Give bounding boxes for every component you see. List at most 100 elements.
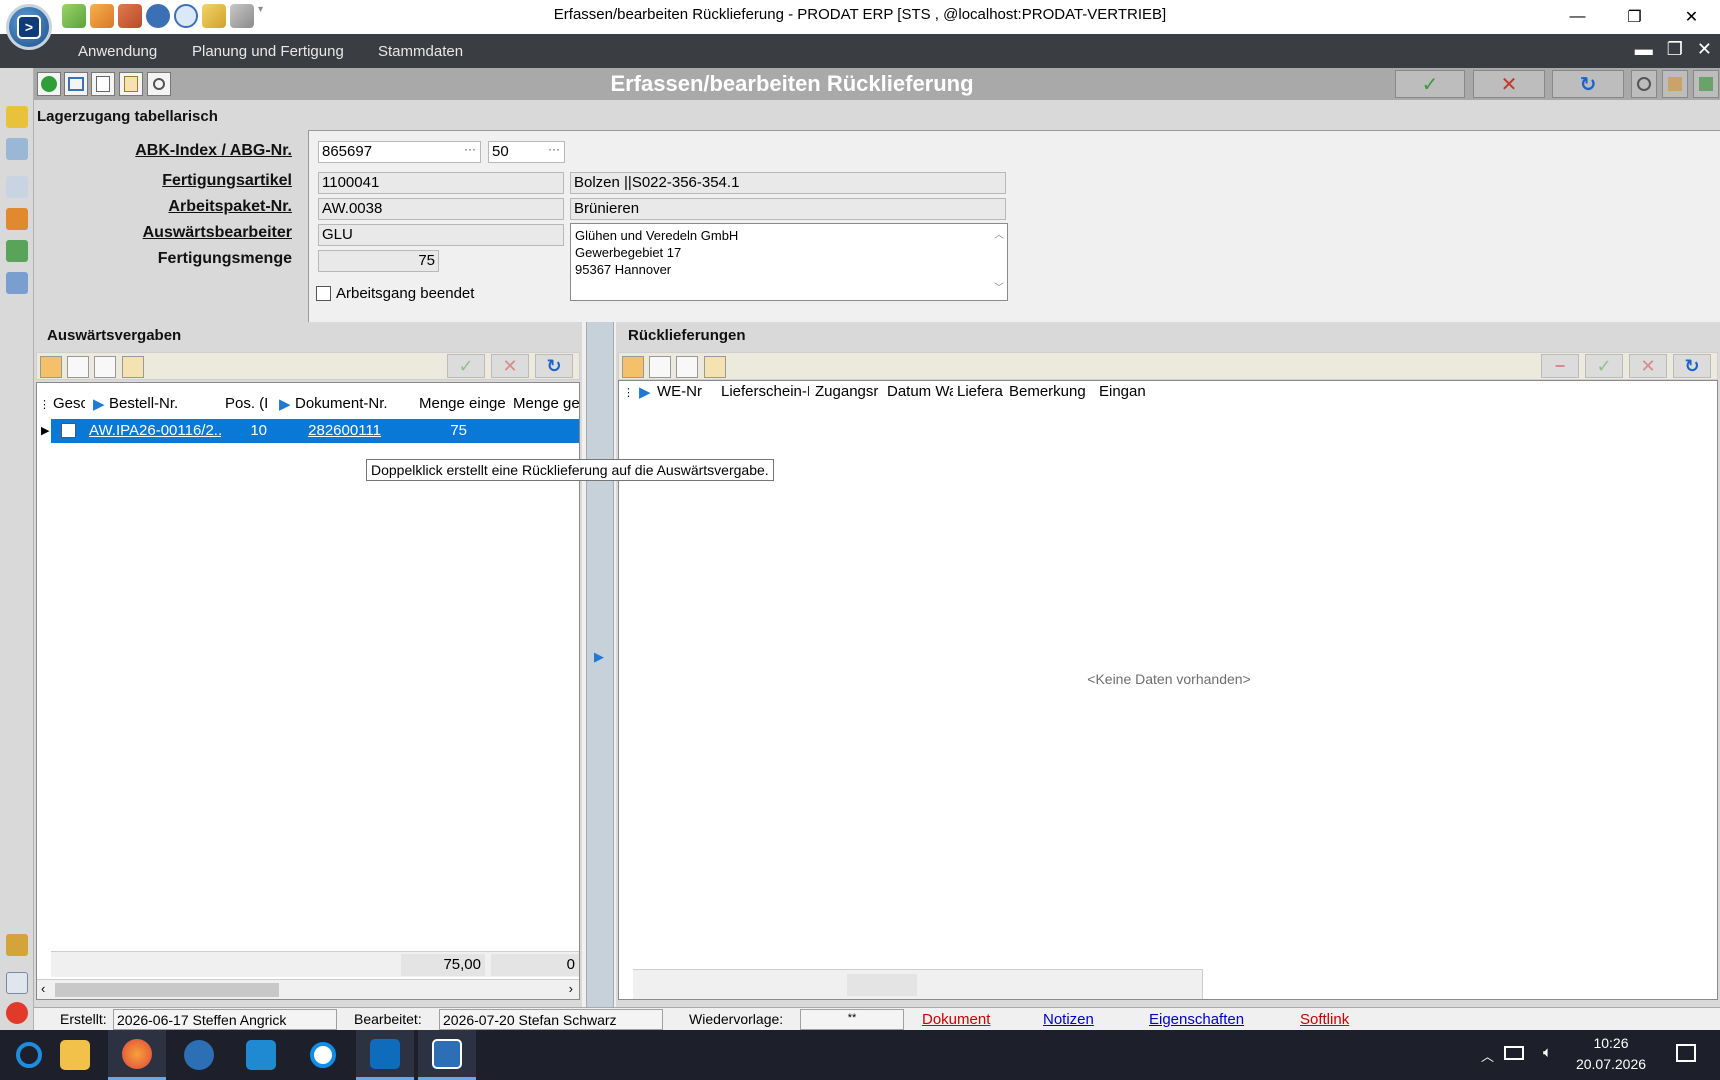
sidebar-pencil-icon[interactable]: [6, 208, 28, 230]
cell-dokument-nr[interactable]: 282600111: [273, 422, 381, 439]
menu-anwendung[interactable]: Anwendung: [78, 43, 157, 60]
filter-icon[interactable]: [649, 356, 671, 378]
grid-confirm-button[interactable]: ✓: [447, 354, 485, 378]
arbeitspaket-label[interactable]: Arbeitspaket-Nr.: [168, 198, 292, 216]
box-button[interactable]: [1662, 70, 1688, 98]
splitter-arrow-icon[interactable]: ▶: [594, 649, 604, 665]
sidebar-add-icon[interactable]: [6, 934, 28, 956]
grid-confirm-button[interactable]: ✓: [1585, 354, 1623, 378]
dokument-link[interactable]: Dokument: [922, 1011, 990, 1028]
col-lieferschein-nr[interactable]: Lieferschein-N: [721, 383, 809, 400]
column-chooser-icon[interactable]: ⋮: [39, 398, 50, 411]
grid-cancel-button[interactable]: ✕: [491, 354, 529, 378]
sidebar-cylinder-icon[interactable]: [6, 106, 28, 128]
taskbar-prodat[interactable]: [418, 1030, 476, 1080]
sidebar-forklift-icon[interactable]: [6, 272, 28, 294]
app-logo[interactable]: >: [6, 4, 52, 50]
col-we-nr[interactable]: WE-Nr: [657, 383, 717, 400]
panel-splitter[interactable]: ▶: [586, 322, 614, 1007]
minimize-button[interactable]: —: [1549, 0, 1606, 34]
clock-date[interactable]: 20.07.2026: [1570, 1056, 1652, 1072]
clock-time[interactable]: 10:26: [1570, 1035, 1652, 1051]
filter-icon[interactable]: [67, 356, 89, 378]
col-zugangsr[interactable]: Zugangsr: [815, 383, 883, 400]
col-menge-ge[interactable]: Menge ge: [513, 395, 579, 412]
box-add-button[interactable]: [1693, 70, 1719, 98]
grid-layout-icon[interactable]: [40, 356, 62, 378]
col-datum-wa[interactable]: Datum Wa: [887, 383, 953, 400]
tray-chevron-icon[interactable]: ︿: [1481, 1046, 1494, 1065]
taskbar-outlook[interactable]: [356, 1030, 414, 1080]
col-eingang[interactable]: Eingan: [1099, 383, 1159, 400]
col-dokument-nr[interactable]: Dokument-Nr.: [295, 395, 391, 412]
cell-bestell-nr[interactable]: AW.IPA26-00116/2...: [89, 422, 221, 439]
abk-index-value: 865697: [322, 143, 373, 160]
find-icon[interactable]: [122, 356, 144, 378]
folder-icon: [60, 1040, 90, 1070]
scroll-right-icon[interactable]: ›: [569, 981, 573, 996]
chevron-up-icon[interactable]: ︿: [994, 227, 1004, 244]
arbeitsgang-beendet-checkbox[interactable]: [316, 286, 331, 301]
row-checkbox[interactable]: [61, 423, 76, 438]
grid-cancel-button[interactable]: ✕: [1629, 354, 1667, 378]
taskbar-teamviewer[interactable]: [294, 1030, 352, 1080]
volume-icon[interactable]: 🔈︎: [1543, 1044, 1552, 1061]
grid-remove-button[interactable]: −: [1541, 354, 1579, 378]
taskbar-explorer[interactable]: [46, 1030, 104, 1080]
menu-planung-fertigung[interactable]: Planung und Fertigung: [192, 43, 344, 60]
abk-index-input[interactable]: 865697 ···: [318, 141, 481, 163]
sidebar-document-icon[interactable]: [6, 138, 28, 160]
abk-label[interactable]: ABK-Index / ABG-Nr.: [135, 142, 292, 160]
grid-layout-icon[interactable]: [622, 356, 644, 378]
col-liefera[interactable]: Liefera: [957, 383, 1005, 400]
sidebar-globe-icon[interactable]: [6, 240, 28, 262]
notification-icon[interactable]: [1676, 1044, 1696, 1062]
glasses-icon[interactable]: [94, 356, 116, 378]
refresh-button[interactable]: ↻: [1552, 70, 1624, 98]
sidebar-stop-icon[interactable]: [6, 1002, 28, 1024]
taskbar-firefox[interactable]: [108, 1030, 166, 1080]
column-chooser-icon[interactable]: ⋮: [623, 386, 634, 399]
col-bestell-nr[interactable]: Bestell-Nr.: [109, 395, 219, 412]
abg-nr-input[interactable]: 50 ···: [488, 141, 565, 163]
horizontal-scrollbar[interactable]: ‹ ›: [37, 979, 579, 999]
sidebar-note-icon[interactable]: [6, 972, 28, 994]
bearbeiter-label[interactable]: Auswärtsbearbeiter: [143, 224, 292, 242]
mdi-close-icon[interactable]: ✕: [1697, 39, 1712, 60]
glasses-icon[interactable]: [676, 356, 698, 378]
col-pos[interactable]: Pos. (I: [225, 395, 269, 412]
sidebar-plane-icon[interactable]: [6, 176, 28, 198]
taskbar-app[interactable]: [170, 1030, 228, 1080]
scrollbar-thumb[interactable]: [55, 983, 279, 997]
eigenschaften-link[interactable]: Eigenschaften: [1149, 1011, 1244, 1028]
notizen-link[interactable]: Notizen: [1043, 1011, 1094, 1028]
restore-button[interactable]: ❐: [1606, 0, 1663, 34]
address-box[interactable]: Glühen und Veredeln GmbH Gewerbegebiet 1…: [570, 223, 1008, 301]
taskbar-vscode[interactable]: [232, 1030, 290, 1080]
ellipsis-icon[interactable]: ···: [464, 142, 476, 156]
close-button[interactable]: ✕: [1663, 0, 1720, 34]
col-menge-eingegangen[interactable]: Menge einge: [419, 395, 507, 412]
softlink-link[interactable]: Softlink: [1300, 1011, 1349, 1028]
table-row[interactable]: AW.IPA26-00116/2... 10 282600111 75: [51, 419, 579, 443]
confirm-button[interactable]: ✓: [1395, 70, 1465, 98]
scroll-left-icon[interactable]: ‹: [41, 981, 45, 996]
find-icon[interactable]: [704, 356, 726, 378]
artikel-label[interactable]: Fertigungsartikel: [162, 172, 292, 190]
chevron-down-icon[interactable]: ﹀: [994, 280, 1004, 297]
address-scrollbar[interactable]: ︿ ﹀: [991, 224, 1007, 300]
mdi-restore-icon[interactable]: ❐: [1667, 39, 1683, 60]
help-button[interactable]: [1631, 70, 1657, 98]
mdi-minimize-icon[interactable]: ▬: [1635, 39, 1653, 60]
ruecklieferungen-grid[interactable]: ⋮ ▶ WE-Nr Lieferschein-N Zugangsr Datum …: [618, 380, 1718, 1000]
ellipsis-icon[interactable]: ···: [548, 142, 560, 156]
menu-stammdaten[interactable]: Stammdaten: [378, 43, 463, 60]
col-gesc[interactable]: Gesc: [53, 395, 85, 412]
form-toolbar: Erfassen/bearbeiten Rücklieferung ✓ ✕ ↻: [34, 68, 1720, 100]
grid-refresh-button[interactable]: ↻: [1673, 354, 1711, 378]
network-icon[interactable]: [1504, 1046, 1524, 1060]
wiedervorlage-value[interactable]: **: [800, 1009, 904, 1030]
grid-refresh-button[interactable]: ↻: [535, 354, 573, 378]
cancel-button[interactable]: ✕: [1473, 70, 1545, 98]
col-bemerkung[interactable]: Bemerkung: [1009, 383, 1093, 400]
